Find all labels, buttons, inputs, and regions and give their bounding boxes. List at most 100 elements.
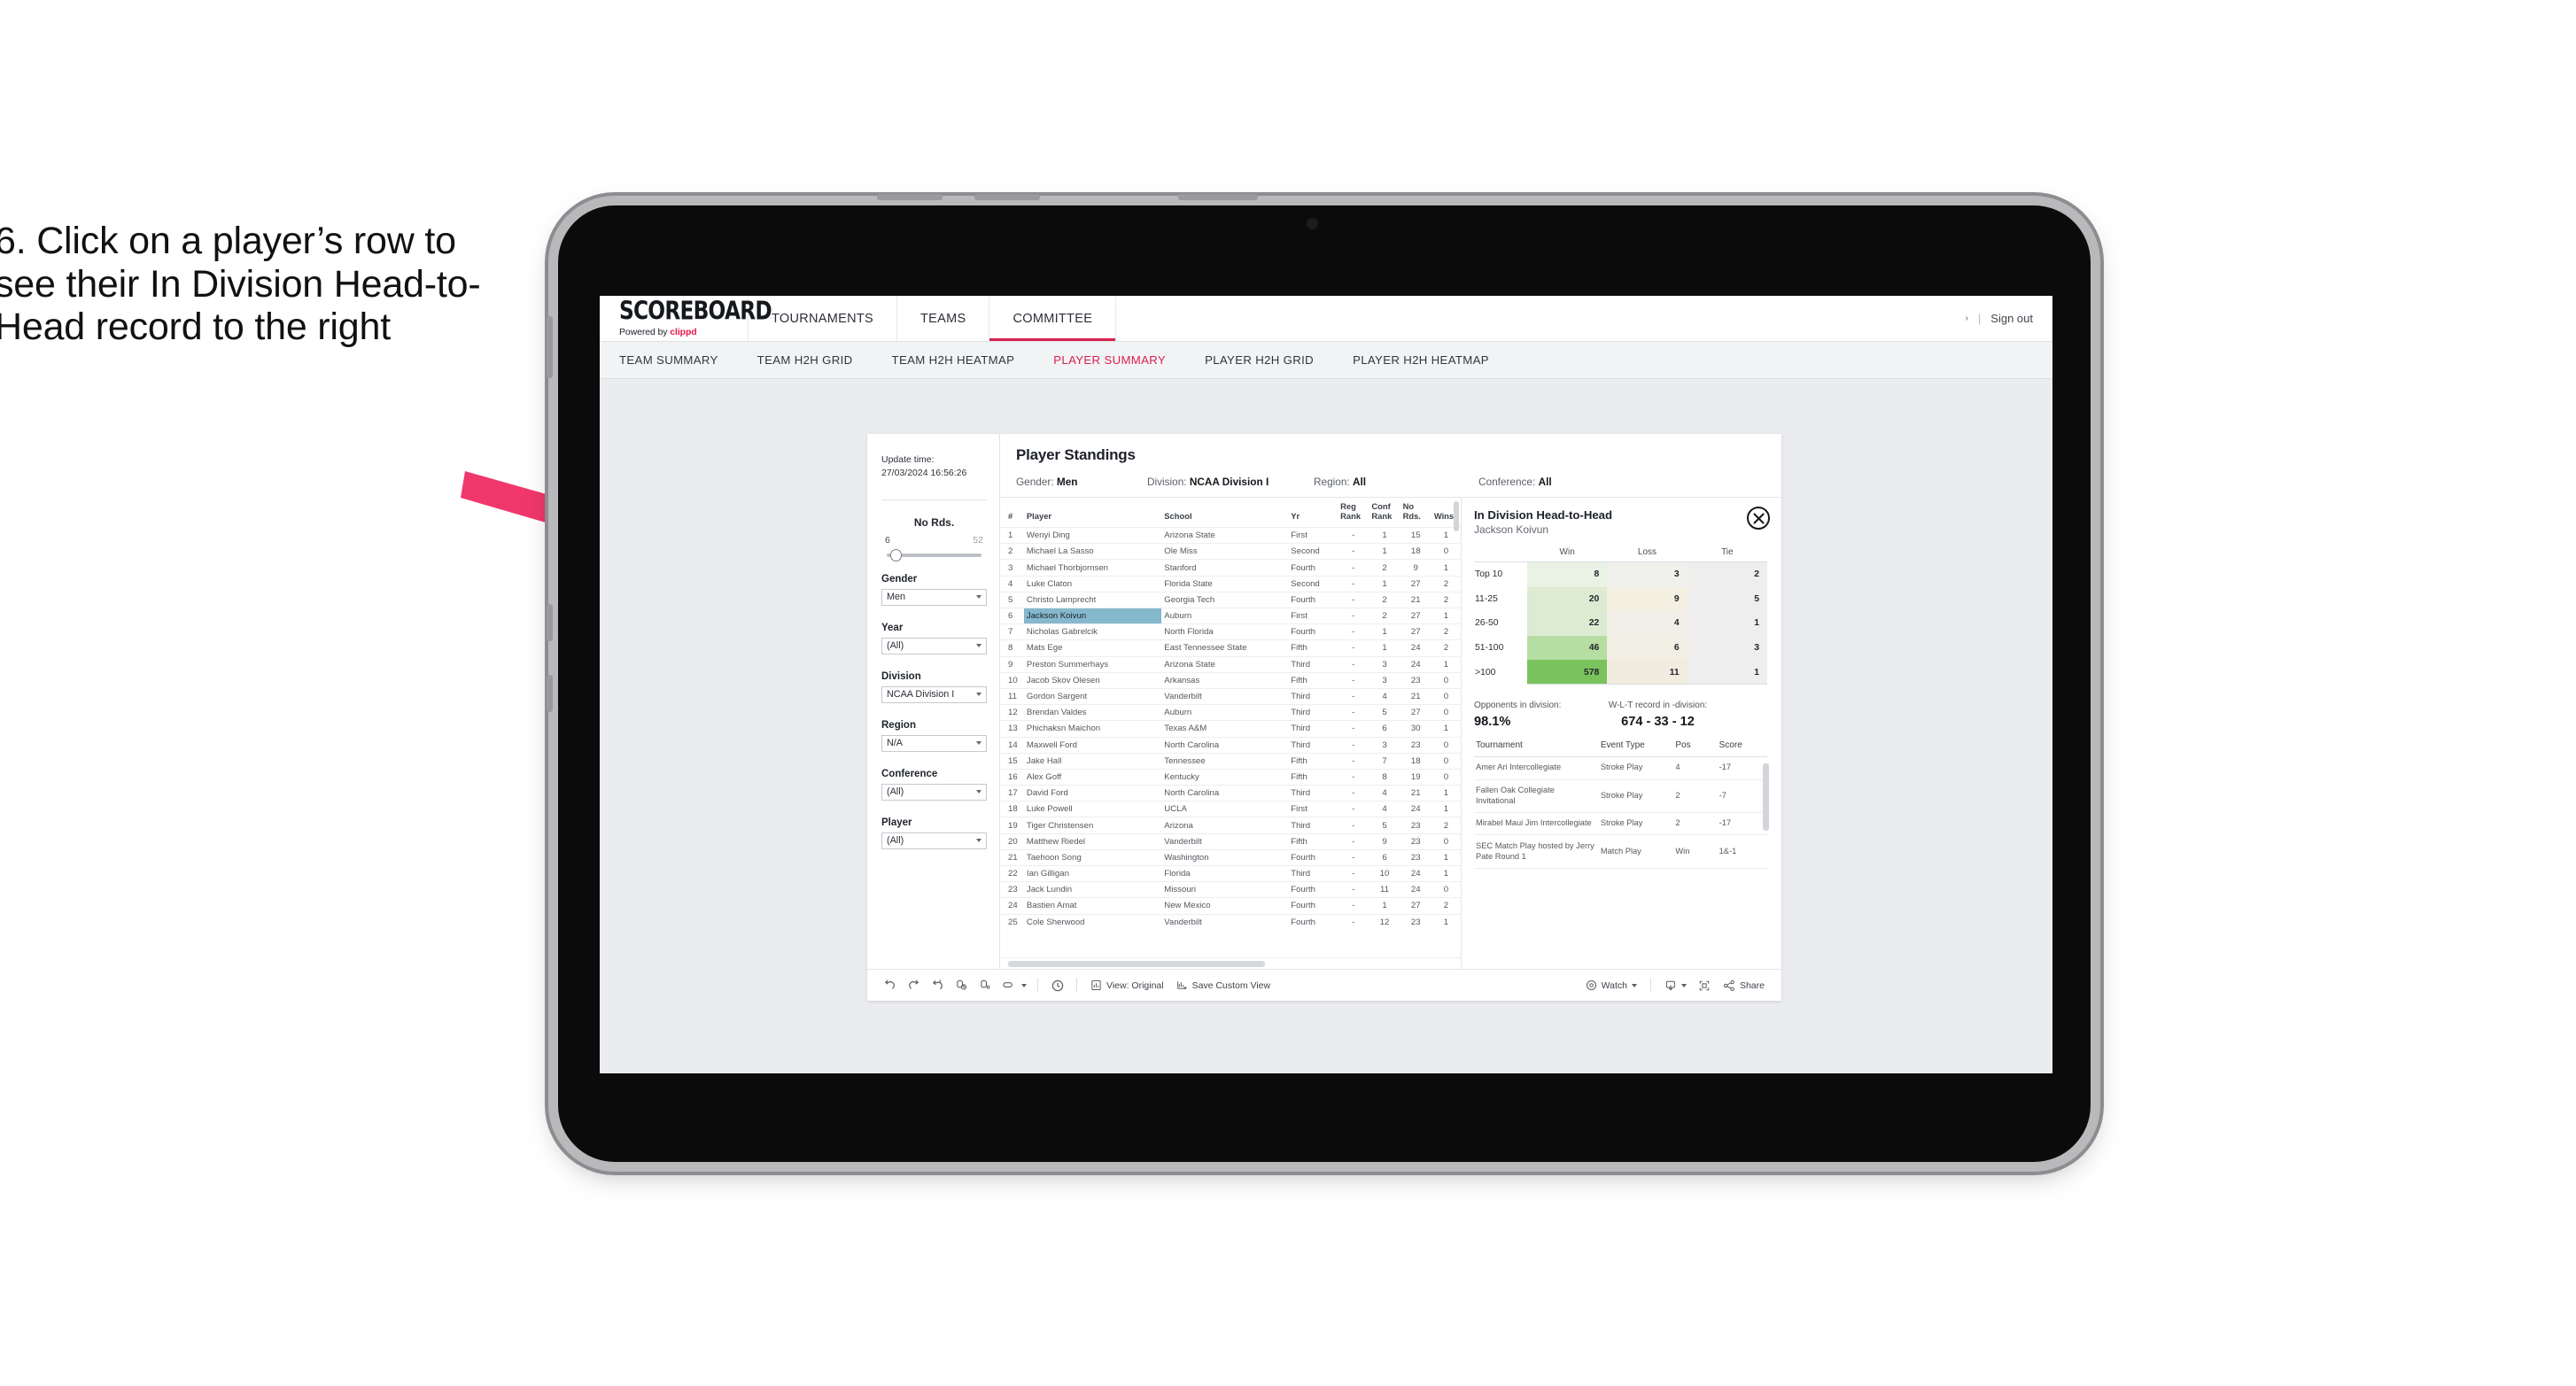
col-score[interactable]: Score <box>1717 739 1767 757</box>
col-yr[interactable]: Yr <box>1288 498 1338 528</box>
table-row[interactable]: 24 Bastien Amat New Mexico Fourth -1 27 2 <box>1000 897 1461 915</box>
cell-wins: 1 <box>1431 607 1461 624</box>
horizontal-scrollbar-track[interactable] <box>1000 957 1461 969</box>
cell-conf-rank: 1 <box>1369 623 1401 640</box>
filter-gender-select[interactable]: Men <box>881 588 987 606</box>
nav-tab-committee[interactable]: COMMITTEE <box>989 296 1117 341</box>
cell-wins: 1 <box>1431 913 1461 930</box>
pause-updates-icon[interactable] <box>974 976 997 995</box>
download-button[interactable] <box>1658 979 1693 992</box>
filter-region-select[interactable]: N/A <box>881 734 987 752</box>
table-row[interactable]: 14 Maxwell Ford North Carolina Third -3 23 0 <box>1000 736 1461 754</box>
camera-lens-icon <box>1307 218 1318 229</box>
highlight-dropdown[interactable] <box>1021 983 1030 987</box>
subtab-team-h2h-grid[interactable]: TEAM H2H GRID <box>757 353 853 367</box>
table-row[interactable]: 25 Cole Sherwood Vanderbilt Fourth -12 23 1 <box>1000 913 1461 930</box>
col-pos[interactable]: Pos <box>1673 739 1718 757</box>
table-row[interactable]: 7 Nicholas Gabrelcik North Florida Fourth -1… <box>1000 623 1461 640</box>
subtab-player-h2h-grid[interactable]: PLAYER H2H GRID <box>1205 353 1314 367</box>
table-row[interactable]: 5 Christo Lamprecht Georgia Tech Fourth -2 21… <box>1000 591 1461 608</box>
horizontal-scrollbar-thumb[interactable] <box>1008 961 1265 967</box>
table-row[interactable]: 2 Michael La Sasso Ole Miss Second -1 18 0 <box>1000 543 1461 560</box>
revert-icon[interactable] <box>926 976 950 995</box>
filter-player-select[interactable]: (All) <box>881 832 987 849</box>
table-row[interactable]: 13 Phichaksn Maichon Texas A&M Third -6 30 1 <box>1000 720 1461 737</box>
subtab-player-h2h-heatmap[interactable]: PLAYER H2H HEATMAP <box>1353 353 1489 367</box>
table-row[interactable]: 10 Jacob Skov Olesen Arkansas Fifth -3 23 0 <box>1000 671 1461 689</box>
cell-yr: Fifth <box>1288 768 1338 786</box>
table-row[interactable]: 9 Preston Summerhays Arizona State Third -3 2… <box>1000 655 1461 673</box>
cell-wins: 0 <box>1431 768 1461 786</box>
cell-wins: 1 <box>1431 559 1461 577</box>
tournament-row[interactable]: SEC Match Play hosted by Jerry Pate Roun… <box>1474 834 1767 869</box>
tournament-row[interactable]: Mirabel Maui Jim Intercollegiate Stroke P… <box>1474 812 1767 836</box>
col-conf-rank[interactable]: Conf Rank <box>1369 498 1401 528</box>
vertical-scrollbar[interactable] <box>1454 501 1459 531</box>
tournament-row[interactable]: Fallen Oak Collegiate Invitational Stroke… <box>1474 779 1767 813</box>
watch-button[interactable]: Watch <box>1579 979 1643 991</box>
sign-out-link[interactable]: Sign out <box>1990 312 2033 325</box>
meta-conference-value: All <box>1538 476 1552 488</box>
col-tournament[interactable]: Tournament <box>1474 739 1599 757</box>
cell-conf-rank: 10 <box>1369 864 1401 882</box>
redo-icon[interactable] <box>902 976 926 995</box>
table-row[interactable]: 11 Gordon Sargent Vanderbilt Third -4 21 0 <box>1000 687 1461 705</box>
highlight-icon[interactable] <box>997 976 1021 995</box>
share-button[interactable]: Share <box>1717 979 1771 992</box>
alerts-clock-icon[interactable] <box>1045 976 1069 995</box>
no-rounds-slider-handle[interactable] <box>890 548 902 561</box>
nav-tab-teams[interactable]: TEAMS <box>897 296 990 341</box>
cell-wins: 2 <box>1431 897 1461 915</box>
col-school[interactable]: School <box>1161 498 1289 528</box>
no-rounds-label: No Rds. <box>913 515 955 529</box>
filter-division-select[interactable]: NCAA Division I <box>881 685 987 703</box>
subtab-team-summary[interactable]: TEAM SUMMARY <box>619 353 718 367</box>
app-logo[interactable]: SCOREBOARD Powered by clippd <box>600 296 772 341</box>
filter-conference-select[interactable]: (All) <box>881 783 987 801</box>
close-circle-icon[interactable] <box>1747 507 1770 530</box>
table-row[interactable]: 23 Jack Lundin Missouri Fourth -11 24 0 <box>1000 881 1461 898</box>
cell-yr: Fifth <box>1288 832 1338 850</box>
table-row[interactable]: 15 Jake Hall Tennessee Fifth -7 18 0 <box>1000 752 1461 770</box>
table-row[interactable]: 3 Michael Thorbjornsen Stanford Fourth -2 9 1 <box>1000 559 1461 577</box>
h2h-cell-loss: 4 <box>1607 611 1688 636</box>
table-row[interactable]: 19 Tiger Christensen Arizona Third -5 23 2 <box>1000 817 1461 834</box>
sub-navigation: TEAM SUMMARY TEAM H2H GRID TEAM H2H HEAT… <box>600 342 2052 379</box>
account-chevron-icon[interactable]: › <box>1966 314 1968 323</box>
table-row[interactable]: 6 Jackson Koivun Auburn First -2 27 1 <box>1000 607 1461 624</box>
table-row[interactable]: 16 Alex Goff Kentucky Fifth -8 19 0 <box>1000 768 1461 786</box>
table-row[interactable]: 18 Luke Powell UCLA First -4 24 1 <box>1000 801 1461 817</box>
no-rounds-slider[interactable] <box>887 548 982 561</box>
tournament-row[interactable]: Amer Ari Intercollegiate Stroke Play 4 -17 <box>1474 756 1767 780</box>
filter-year-select[interactable]: (All) <box>881 637 987 654</box>
undo-icon[interactable] <box>878 976 902 995</box>
col-event-type[interactable]: Event Type <box>1598 739 1674 757</box>
table-row[interactable]: 20 Matthew Riedel Vanderbilt Fifth -9 23 0 <box>1000 832 1461 850</box>
table-row[interactable]: 17 David Ford North Carolina Third -4 21 1 <box>1000 785 1461 801</box>
refresh-data-icon[interactable] <box>950 976 974 995</box>
instruction-text: 6. Click on a player’s row to see their … <box>0 220 481 349</box>
tournament-scrollbar[interactable] <box>1763 763 1769 831</box>
table-row[interactable]: 4 Luke Claton Florida State Second -1 27 2 <box>1000 575 1461 592</box>
col-player[interactable]: Player <box>1023 498 1162 528</box>
cell-rank: 1 <box>1000 527 1024 544</box>
fullscreen-icon[interactable] <box>1693 976 1717 995</box>
standings-scroll-area[interactable]: # Player School Yr Reg Rank Conf Rank No… <box>1000 498 1461 957</box>
col-rank[interactable]: # <box>1000 498 1024 528</box>
h2h-col-win: Win <box>1527 547 1608 562</box>
subtab-team-h2h-heatmap[interactable]: TEAM H2H HEATMAP <box>892 353 1015 367</box>
table-row[interactable]: 12 Brendan Valdes Auburn Third -5 27 0 <box>1000 704 1461 721</box>
table-row[interactable]: 1 Wenyi Ding Arizona State First -1 15 1 <box>1000 527 1461 544</box>
cell-wins: 1 <box>1431 864 1461 882</box>
table-row[interactable]: 22 Ian Gilligan Florida Third -10 24 1 <box>1000 864 1461 882</box>
subtab-player-summary[interactable]: PLAYER SUMMARY <box>1053 353 1166 367</box>
cell-yr: Fifth <box>1288 671 1338 689</box>
table-row[interactable]: 21 Taehoon Song Washington Fourth -6 23 1 <box>1000 848 1461 866</box>
save-custom-view-button[interactable]: Save Custom View <box>1170 979 1277 991</box>
cell-school: Stanford <box>1161 559 1289 577</box>
col-no-rds[interactable]: No Rds. <box>1400 498 1432 528</box>
table-row[interactable]: 8 Mats Ege East Tennessee State Fifth -1 24 2 <box>1000 639 1461 657</box>
view-original-button[interactable]: View: Original <box>1084 979 1170 991</box>
tournament-body: Amer Ari Intercollegiate Stroke Play 4 -17 F… <box>1474 756 1767 869</box>
col-reg-rank[interactable]: Reg Rank <box>1338 498 1369 528</box>
